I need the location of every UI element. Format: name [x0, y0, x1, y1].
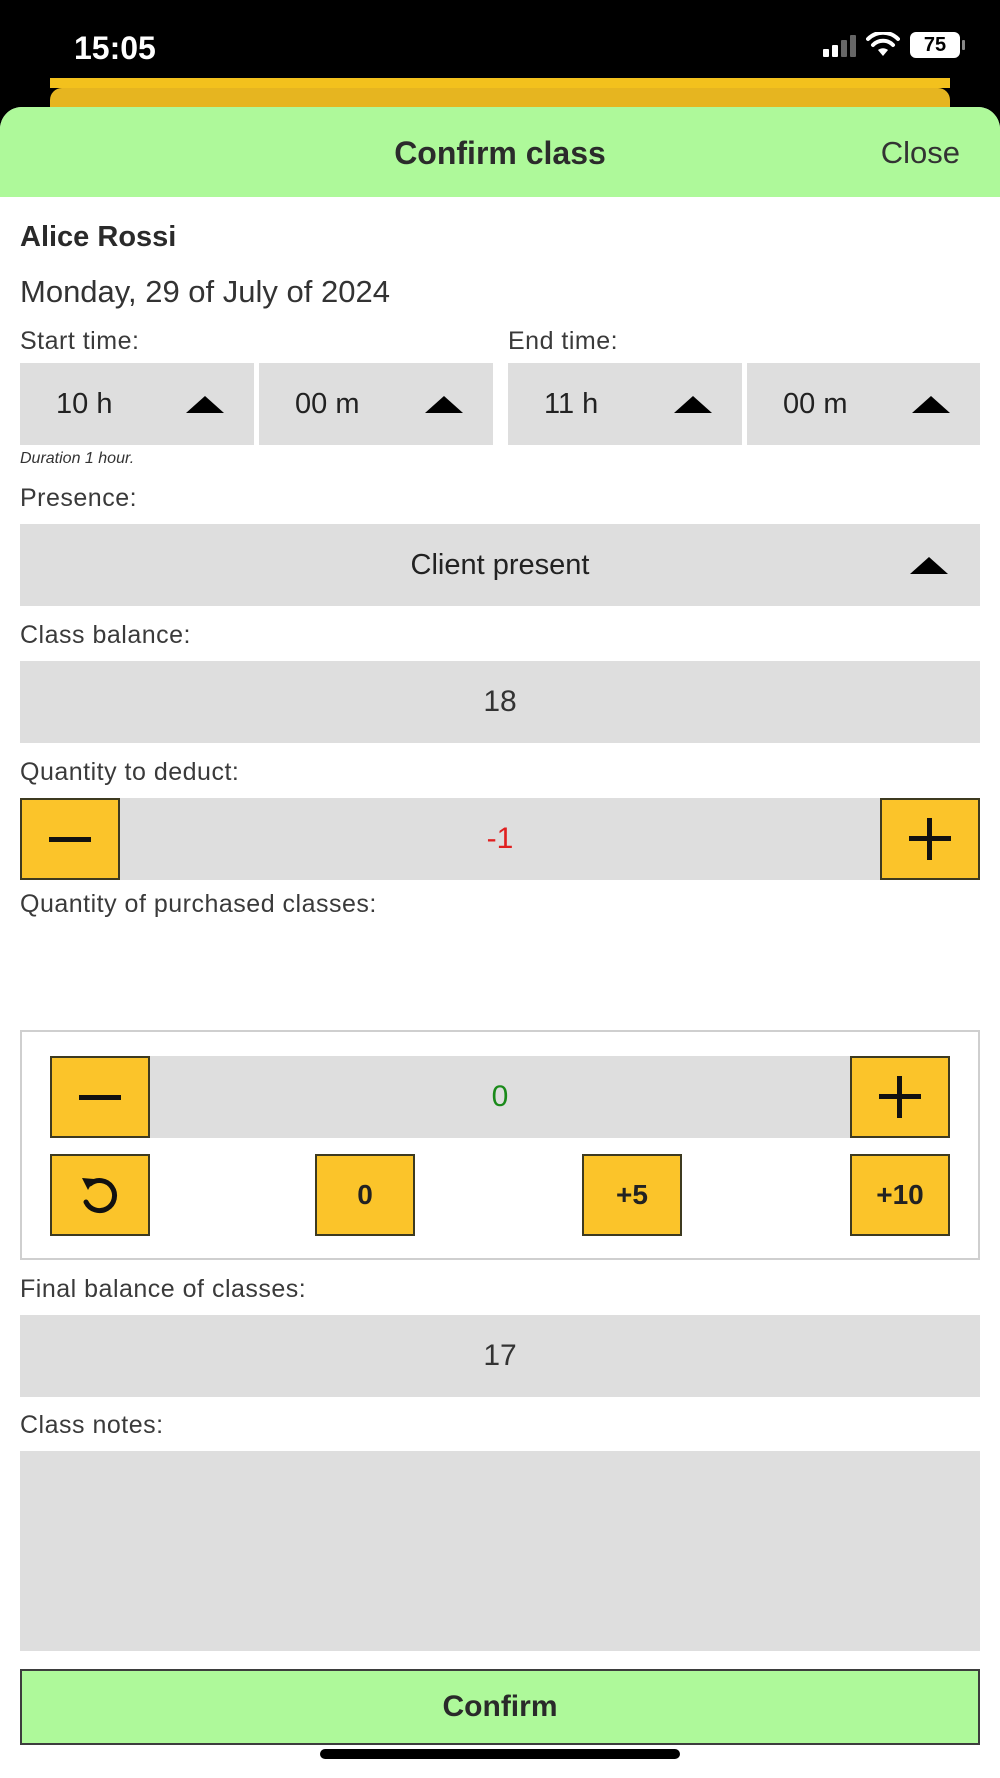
purchased-decrement-button[interactable]	[50, 1056, 150, 1138]
final-balance-label: Final balance of classes:	[20, 1275, 307, 1303]
end-minute-value: 00 m	[783, 387, 848, 420]
start-hour-select[interactable]: 10 h	[20, 363, 254, 445]
plus-icon	[909, 818, 951, 860]
purchased-field: 0	[50, 1056, 950, 1138]
client-name: Alice Rossi	[20, 221, 177, 253]
start-time-label: Start time:	[20, 327, 140, 355]
start-hour-value: 10 h	[56, 387, 113, 420]
notes-textarea[interactable]	[20, 1451, 980, 1651]
notes-label: Class notes:	[20, 1411, 164, 1439]
purchased-label: Quantity of purchased classes:	[20, 890, 377, 918]
deduct-increment-button[interactable]	[880, 798, 980, 880]
deduct-label: Quantity to deduct:	[20, 758, 240, 786]
close-button[interactable]: Close	[881, 135, 960, 171]
battery-icon: 75	[910, 32, 965, 58]
start-minute-value: 00 m	[295, 387, 360, 420]
confirm-class-sheet: Confirm class Close Alice Rossi Monday, …	[0, 107, 1000, 1778]
end-hour-value: 11 h	[544, 387, 599, 420]
end-hour-select[interactable]: 11 h	[508, 363, 742, 445]
home-indicator[interactable]	[320, 1749, 680, 1759]
quick-add-0-button[interactable]: 0	[315, 1154, 415, 1236]
quick-add-10-button[interactable]: +10	[850, 1154, 950, 1236]
deduct-field: -1	[20, 798, 980, 880]
presence-select[interactable]: Client present	[20, 524, 980, 606]
wifi-icon	[866, 32, 900, 56]
plus-icon	[879, 1076, 921, 1118]
caret-up-icon	[425, 395, 463, 413]
class-balance-value: 18	[20, 661, 980, 743]
background-app-strip	[50, 78, 950, 88]
status-indicators: 75	[823, 32, 965, 58]
duration-note: Duration 1 hour.	[20, 450, 135, 467]
class-balance-label: Class balance:	[20, 621, 191, 649]
final-balance-value: 17	[20, 1315, 980, 1397]
caret-up-icon	[186, 395, 224, 413]
presence-label: Presence:	[20, 484, 138, 512]
deduct-decrement-button[interactable]	[20, 798, 120, 880]
minus-icon	[49, 836, 91, 842]
undo-icon	[82, 1178, 118, 1213]
confirm-button[interactable]: Confirm	[20, 1669, 980, 1745]
class-date: Monday, 29 of July of 2024	[20, 274, 390, 309]
caret-up-icon	[910, 557, 948, 574]
deduct-value: -1	[486, 822, 514, 855]
status-time: 15:05	[74, 30, 156, 66]
quick-add-5-button[interactable]: +5	[582, 1154, 682, 1236]
presence-value: Client present	[410, 548, 590, 581]
purchased-increment-button[interactable]	[850, 1056, 950, 1138]
sheet-title: Confirm class	[394, 135, 606, 171]
caret-up-icon	[912, 395, 950, 413]
reset-button[interactable]	[50, 1154, 150, 1236]
sheet-header: Confirm class Close	[0, 107, 1000, 197]
end-time-label: End time:	[508, 327, 619, 355]
end-minute-select[interactable]: 00 m	[747, 363, 980, 445]
purchased-value: 0	[491, 1080, 509, 1113]
cellular-signal-icon	[823, 33, 856, 57]
caret-up-icon	[674, 395, 712, 413]
purchased-panel: 0 0 +5 +10	[20, 1030, 980, 1260]
minus-icon	[79, 1094, 121, 1100]
start-minute-select[interactable]: 00 m	[259, 363, 493, 445]
